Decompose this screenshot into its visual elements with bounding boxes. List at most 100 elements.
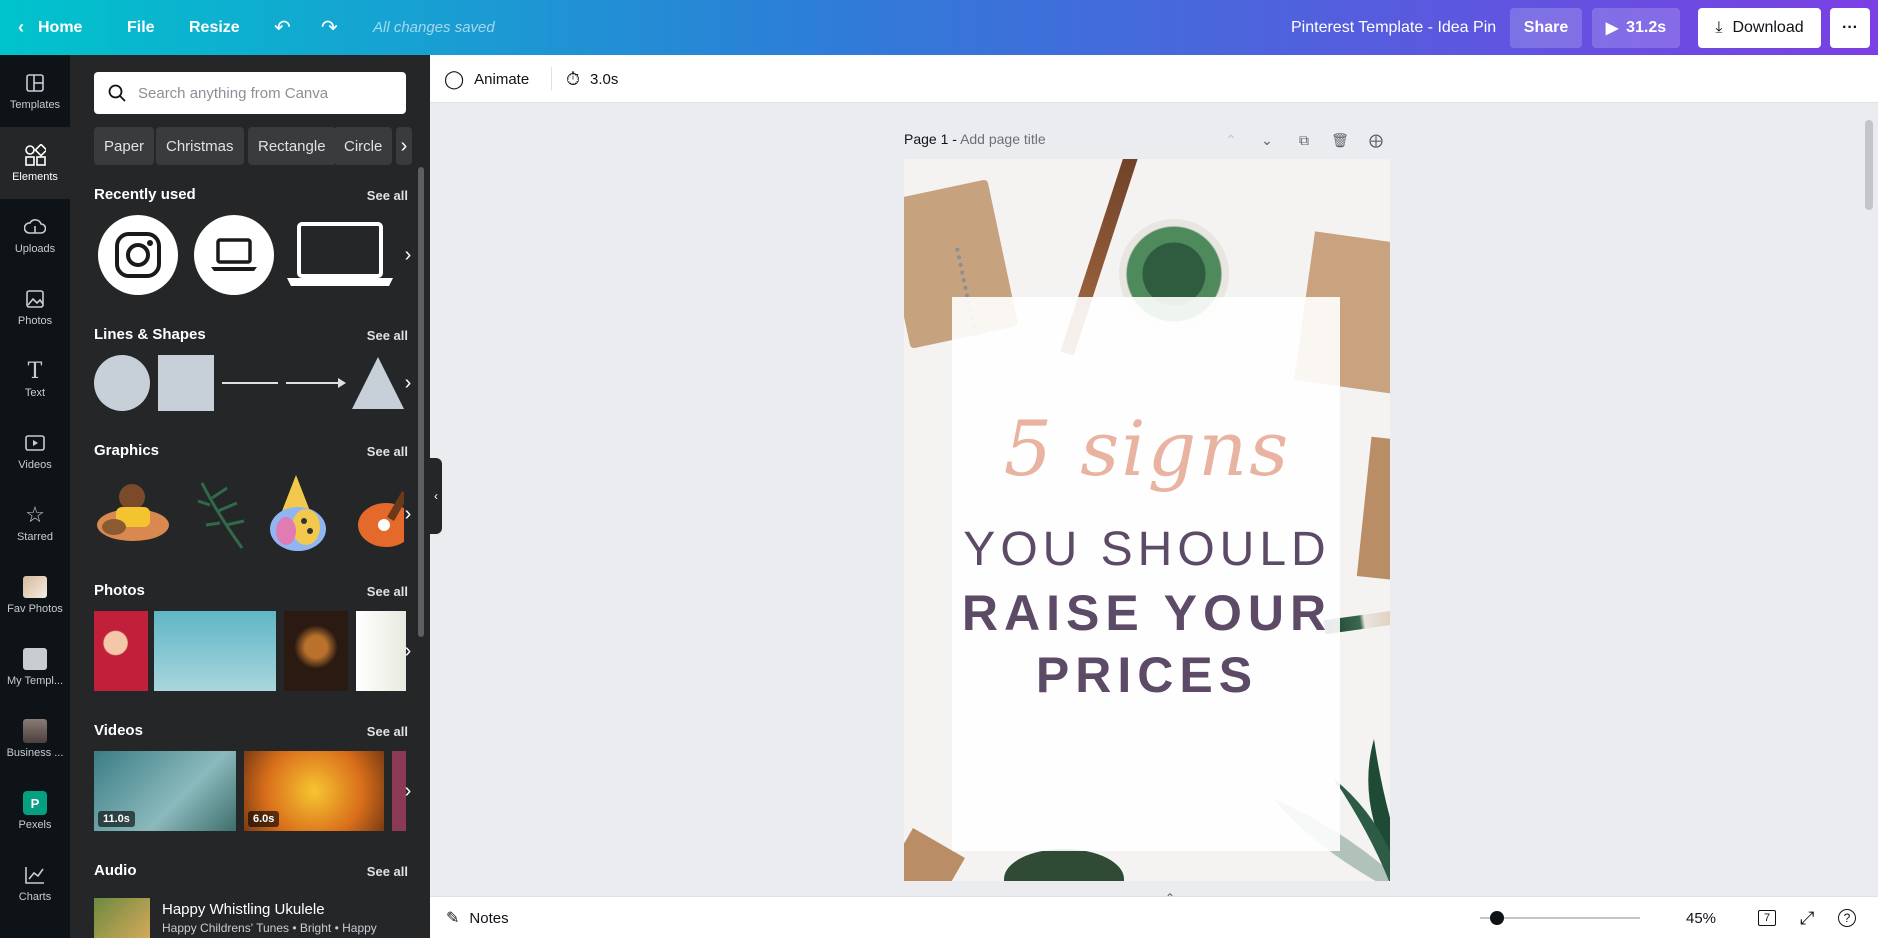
delete-page-icon[interactable]: 🗑 <box>1330 130 1350 150</box>
graphic-plant-sprig[interactable] <box>182 473 252 553</box>
rail-label: Photos <box>17 315 53 327</box>
redo-icon[interactable]: ↷ <box>321 0 338 55</box>
videos-next-icon[interactable]: › <box>396 771 420 811</box>
graphic-person-guitar[interactable] <box>94 477 172 547</box>
templates-icon <box>23 71 47 95</box>
more-options-button[interactable]: ··· <box>1830 8 1870 48</box>
page-title-input[interactable]: Add page title <box>960 131 1046 147</box>
photos-see-all[interactable]: See all <box>367 584 408 599</box>
canvas-scrollbar[interactable] <box>1864 105 1874 895</box>
search-input[interactable]: Search anything from Canva <box>94 72 406 114</box>
cactus-prop <box>1004 849 1124 881</box>
help-icon[interactable]: ? <box>1838 897 1856 938</box>
heading-line-3[interactable]: PRICES <box>904 646 1390 704</box>
rail-starred[interactable]: ☆ Starred <box>0 487 70 559</box>
animate-button[interactable]: ◯ Animate <box>444 55 529 103</box>
panel-scrollbar[interactable] <box>418 167 424 637</box>
document-title[interactable]: Pinterest Template - Idea Pin <box>1291 0 1496 55</box>
add-page-icon[interactable]: ⨁ <box>1366 130 1386 150</box>
undo-icon[interactable]: ↶ <box>274 0 291 55</box>
photos-next-icon[interactable]: › <box>396 631 420 671</box>
collapse-panel-handle[interactable]: ‹ <box>430 458 442 534</box>
rail-label: My Templ... <box>6 675 64 687</box>
heading-line-2[interactable]: RAISE YOUR <box>904 584 1390 642</box>
rail-fav-photos[interactable]: Fav Photos <box>0 559 70 631</box>
chips-next-icon[interactable]: › <box>396 127 412 165</box>
rail-label: Elements <box>12 171 58 183</box>
arrow-line-shape[interactable] <box>286 375 346 391</box>
rail-uploads[interactable]: Uploads <box>0 199 70 271</box>
text-icon: T <box>27 358 43 384</box>
play-button[interactable]: ▶ 31.2s <box>1592 8 1680 48</box>
chevron-up-icon[interactable]: ⌃ <box>1150 891 1190 905</box>
chip-christmas[interactable]: Christmas <box>156 127 244 165</box>
home-button[interactable]: ‹ Home <box>18 0 82 55</box>
videos-icon <box>23 431 47 455</box>
scrollbar-thumb[interactable] <box>1865 120 1873 210</box>
rail-pexels[interactable]: P Pexels <box>0 775 70 847</box>
charts-icon <box>23 863 47 887</box>
rail-charts[interactable]: Charts <box>0 847 70 919</box>
chip-paper[interactable]: Paper <box>94 127 155 165</box>
chevron-left-icon: ‹ <box>18 17 24 37</box>
share-button[interactable]: Share <box>1510 8 1582 48</box>
chevron-up-icon[interactable]: ⌃ <box>1221 130 1241 150</box>
play-icon: ▶ <box>1605 20 1619 37</box>
rail-videos[interactable]: Videos <box>0 415 70 487</box>
video-thumb-2[interactable]: 6.0s <box>244 751 384 831</box>
download-button[interactable]: ⤓ Download <box>1698 8 1821 48</box>
laptop-outline-icon[interactable] <box>285 220 395 290</box>
zoom-slider[interactable] <box>1480 917 1640 919</box>
play-duration: 31.2s <box>1626 19 1667 36</box>
rail-text[interactable]: T Text <box>0 343 70 415</box>
recent-see-all[interactable]: See all <box>367 188 408 203</box>
square-shape[interactable] <box>158 355 214 411</box>
lines-next-icon[interactable]: › <box>396 363 420 403</box>
pexels-icon: P <box>23 791 47 815</box>
zoom-slider-handle[interactable] <box>1490 911 1504 925</box>
recent-next-icon[interactable]: › <box>396 235 420 275</box>
photo-thumb-3[interactable] <box>284 611 348 691</box>
notes-button[interactable]: ✎ Notes <box>446 897 509 938</box>
rail-business[interactable]: Business ... <box>0 703 70 775</box>
chip-rectangle[interactable]: Rectangle <box>248 127 336 165</box>
resize-menu[interactable]: Resize <box>189 0 240 55</box>
audio-title[interactable]: Happy Whistling Ukulele <box>162 901 325 918</box>
instagram-icon[interactable] <box>98 215 178 295</box>
notes-label: Notes <box>469 909 509 927</box>
heading-line-1[interactable]: YOU SHOULD <box>904 522 1390 577</box>
graphics-see-all[interactable]: See all <box>367 444 408 459</box>
section-videos-title: Videos <box>94 722 143 739</box>
design-page[interactable]: 5 signs YOU SHOULD RAISE YOUR PRICES <box>904 159 1390 881</box>
lines-see-all[interactable]: See all <box>367 328 408 343</box>
audio-subtitle: Happy Childrens' Tunes • Bright • Happy <box>162 921 377 935</box>
file-menu[interactable]: File <box>127 0 155 55</box>
rail-templates[interactable]: Templates <box>0 55 70 127</box>
video-duration: 6.0s <box>248 811 280 827</box>
circle-shape[interactable] <box>94 355 150 411</box>
rail-my-templates[interactable]: My Templ... <box>0 631 70 703</box>
script-heading[interactable]: 5 signs <box>904 404 1390 493</box>
zoom-level[interactable]: 45% <box>1686 897 1716 938</box>
laptop-circle-icon[interactable] <box>194 215 274 295</box>
audio-see-all[interactable]: See all <box>367 864 408 879</box>
photo-thumb-2[interactable] <box>154 611 276 691</box>
graphics-next-icon[interactable]: › <box>396 494 420 534</box>
chevron-down-icon[interactable]: ⌄ <box>1257 130 1277 150</box>
videos-see-all[interactable]: See all <box>367 724 408 739</box>
bottom-bar: ✎ Notes ⌃ 45% 7 ⤢ ? <box>430 891 1878 938</box>
rail-elements[interactable]: Elements <box>0 127 70 199</box>
audio-thumb[interactable] <box>94 898 150 938</box>
duration-button[interactable]: ⏱ 3.0s <box>566 55 618 103</box>
rail-photos[interactable]: Photos <box>0 271 70 343</box>
chip-circle[interactable]: Circle <box>334 127 393 165</box>
duplicate-page-icon[interactable]: ⧉ <box>1294 130 1314 150</box>
video-thumb-1[interactable]: 11.0s <box>94 751 236 831</box>
line-shape[interactable] <box>222 382 278 384</box>
page-count-button[interactable]: 7 <box>1758 897 1777 938</box>
chevron-left-icon: ‹ <box>434 489 438 503</box>
graphic-colorful-hat[interactable] <box>266 471 332 555</box>
fullscreen-icon[interactable]: ⤢ <box>1800 897 1814 938</box>
photo-thumb-1[interactable] <box>94 611 148 691</box>
rail-label: Videos <box>18 459 52 471</box>
